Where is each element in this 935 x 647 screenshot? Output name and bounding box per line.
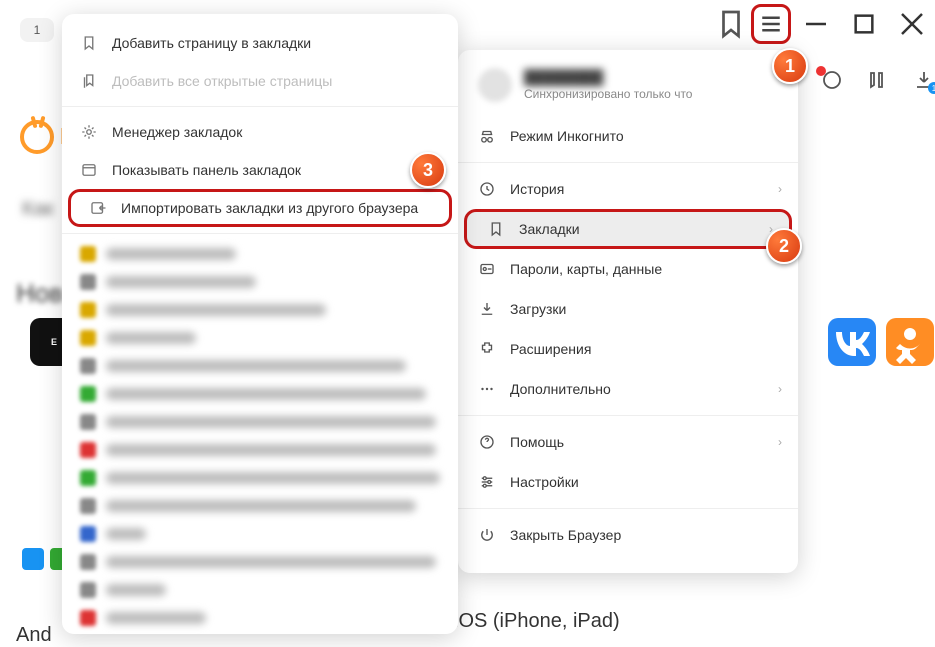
submenu-label: Добавить все открытые страницы — [112, 73, 332, 89]
bookmark-all-icon — [80, 72, 98, 90]
avatar — [478, 68, 512, 102]
alice-icon[interactable] — [820, 68, 844, 92]
menu-label: Загрузки — [510, 301, 566, 317]
submenu-label: Показывать панель закладок — [112, 162, 301, 178]
profile-name: ████████ — [524, 69, 692, 85]
menu-bookmarks[interactable]: Закладки › — [464, 209, 792, 249]
panel-icon — [80, 161, 98, 179]
separator — [458, 162, 798, 163]
profile-section[interactable]: ████████ Синхронизировано только что — [458, 64, 798, 116]
separator — [62, 106, 458, 107]
settings-icon — [478, 473, 496, 491]
menu-extensions[interactable]: Расширения — [458, 329, 798, 369]
menu-label: Помощь — [510, 434, 564, 450]
menu-label: Расширения — [510, 341, 591, 357]
callout-1: 1 — [772, 48, 808, 84]
incognito-icon — [478, 127, 496, 145]
submenu-label: Импортировать закладки из другого браузе… — [121, 200, 418, 216]
bookmark-item[interactable] — [62, 464, 458, 492]
bookmark-item[interactable] — [62, 268, 458, 296]
window-close-button[interactable] — [889, 4, 935, 44]
submenu-label: Добавить страницу в закладки — [112, 35, 311, 51]
menu-help[interactable]: Помощь › — [458, 422, 798, 462]
bg-heading-1: Как — [22, 198, 54, 221]
more-icon — [478, 380, 496, 398]
menu-passwords[interactable]: Пароли, карты, данные — [458, 249, 798, 289]
menu-settings[interactable]: Настройки — [458, 462, 798, 502]
callout-3: 3 — [410, 152, 446, 188]
bookmark-item[interactable] — [62, 604, 458, 632]
submenu-manager[interactable]: Менеджер закладок — [62, 113, 458, 151]
submenu-add-page[interactable]: Добавить страницу в закладки — [62, 24, 458, 62]
tab-counter[interactable]: 1 — [20, 18, 54, 42]
bookmark-item[interactable] — [62, 324, 458, 352]
menu-label: Закрыть Браузер — [510, 527, 621, 543]
vk-share-icon[interactable] — [828, 318, 876, 366]
menu-label: История — [510, 181, 564, 197]
sync-status: Синхронизировано только что — [524, 87, 692, 101]
help-icon — [478, 433, 496, 451]
bookmark-item[interactable] — [62, 352, 458, 380]
window-maximize-button[interactable] — [841, 4, 887, 44]
bookmarks-toolbar-icon[interactable] — [713, 6, 749, 42]
bookmark-item[interactable] — [62, 436, 458, 464]
chevron-right-icon: › — [778, 182, 782, 196]
menu-downloads[interactable]: Загрузки — [458, 289, 798, 329]
callout-2: 2 — [766, 228, 802, 264]
separator — [458, 415, 798, 416]
menu-label: Дополнительно — [510, 381, 611, 397]
extensions-icon — [478, 340, 496, 358]
download-icon — [478, 300, 496, 318]
history-icon — [478, 180, 496, 198]
bg-footer-left: And — [16, 624, 52, 647]
menu-more[interactable]: Дополнительно › — [458, 369, 798, 409]
bookmark-item[interactable] — [62, 548, 458, 576]
bookmark-item[interactable] — [62, 576, 458, 604]
bookmark-item[interactable] — [62, 296, 458, 324]
hamburger-menu-button[interactable] — [756, 9, 786, 39]
bookmark-icon — [80, 34, 98, 52]
separator — [62, 233, 458, 234]
bookmarks-submenu: Добавить страницу в закладки Добавить вс… — [62, 14, 458, 634]
submenu-add-all: Добавить все открытые страницы — [62, 62, 458, 100]
bg-heading-2: Нов — [16, 278, 63, 309]
submenu-label: Менеджер закладок — [112, 124, 242, 140]
menu-label: Закладки — [519, 221, 580, 237]
window-minimize-button[interactable] — [793, 4, 839, 44]
menu-close-browser[interactable]: Закрыть Браузер — [458, 515, 798, 555]
chevron-right-icon: › — [778, 435, 782, 449]
bookmark-item[interactable] — [62, 520, 458, 548]
menu-label: Пароли, карты, данные — [510, 261, 662, 277]
feedback-icon[interactable] — [866, 68, 890, 92]
manager-icon — [80, 123, 98, 141]
ok-share-icon[interactable] — [886, 318, 934, 366]
bookmark-item[interactable] — [62, 380, 458, 408]
import-icon — [89, 199, 107, 217]
power-icon — [478, 526, 496, 544]
bookmark-item[interactable] — [62, 408, 458, 436]
menu-label: Режим Инкогнито — [510, 128, 624, 144]
highlight-hamburger — [751, 4, 791, 44]
bookmark-item[interactable] — [62, 492, 458, 520]
chevron-right-icon: › — [778, 382, 782, 396]
submenu-import[interactable]: Импортировать закладки из другого браузе… — [68, 189, 452, 227]
passwords-icon — [478, 260, 496, 278]
bg-footer-mid: iOS (iPhone, iPad) — [454, 610, 620, 633]
bookmark-item[interactable] — [62, 240, 458, 268]
menu-label: Настройки — [510, 474, 579, 490]
menu-history[interactable]: История › — [458, 169, 798, 209]
separator — [458, 508, 798, 509]
site-logo: l — [20, 120, 65, 154]
downloads-icon[interactable]: 1 — [912, 68, 935, 92]
submenu-show-bar[interactable]: Показывать панель закладок — [62, 151, 458, 189]
menu-incognito[interactable]: Режим Инкогнито — [458, 116, 798, 156]
main-menu: ████████ Синхронизировано только что Реж… — [458, 50, 798, 573]
bookmark-icon — [487, 220, 505, 238]
